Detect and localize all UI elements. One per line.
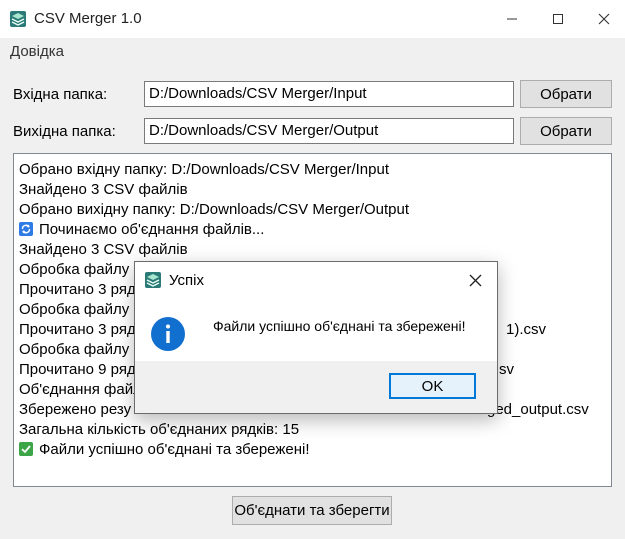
log-line: Обробка файлу 3 bbox=[19, 341, 142, 358]
log-line: Об'єднання файл bbox=[19, 381, 142, 398]
log-line: Обрано вхідну папку: D:/Downloads/CSV Me… bbox=[19, 161, 389, 178]
input-folder-field[interactable]: D:/Downloads/CSV Merger/Input bbox=[144, 81, 514, 107]
log-line: Загальна кількість об'єднаних рядків: 15 bbox=[19, 421, 300, 438]
close-icon bbox=[469, 274, 481, 286]
choose-input-folder-button[interactable]: Обрати bbox=[520, 80, 612, 108]
app-window: CSV Merger 1.0 Довідка Вхідна папка: D:/… bbox=[0, 0, 625, 539]
log-line-text: Файли успішно об'єднані та збережені! bbox=[39, 441, 310, 458]
dialog-message: Файли успішно об'єднані та збережені! bbox=[213, 318, 466, 334]
log-line: Прочитано 9 ряд bbox=[19, 361, 136, 378]
dialog-title: Успіх bbox=[169, 272, 204, 289]
menu-bar: Довідка bbox=[0, 38, 625, 66]
log-line: Збережено резу bbox=[19, 401, 132, 418]
ok-button[interactable]: OK bbox=[389, 373, 476, 399]
log-line: Обрано вихідну папку: D:/Downloads/CSV M… bbox=[19, 201, 410, 218]
check-emoji-icon bbox=[19, 442, 33, 456]
maximize-icon bbox=[553, 14, 563, 24]
output-folder-field[interactable]: D:/Downloads/CSV Merger/Output bbox=[144, 118, 514, 144]
dialog-title-bar: Успіх bbox=[135, 262, 497, 298]
log-line-fragment: ged_output.csv bbox=[487, 401, 589, 418]
dialog-body: Файли успішно об'єднані та збережені! bbox=[135, 298, 497, 361]
info-icon bbox=[151, 317, 185, 351]
log-line-fragment: 1).csv bbox=[506, 321, 547, 338]
log-line: Обробка файлу bbox=[19, 261, 130, 278]
minimize-button[interactable] bbox=[489, 0, 535, 38]
log-line: Починаємо об'єднання файлів... bbox=[19, 221, 264, 238]
input-folder-label: Вхідна папка: bbox=[13, 86, 108, 103]
app-logo-icon bbox=[145, 272, 161, 288]
log-line: Прочитано 3 ряд bbox=[19, 281, 136, 298]
window-title: CSV Merger 1.0 bbox=[34, 10, 142, 27]
dialog-footer: OK bbox=[135, 361, 497, 413]
close-window-button[interactable] bbox=[581, 0, 625, 38]
log-line: Обробка файлу 2 bbox=[19, 301, 142, 318]
log-line: Знайдено 3 CSV файлів bbox=[19, 181, 188, 198]
title-bar: CSV Merger 1.0 bbox=[0, 0, 625, 38]
log-line: Знайдено 3 CSV файлів bbox=[19, 241, 188, 258]
log-line: Прочитано 3 ряд bbox=[19, 321, 136, 338]
close-icon bbox=[598, 13, 610, 25]
log-line: Файли успішно об'єднані та збережені! bbox=[19, 441, 310, 458]
app-logo-icon bbox=[10, 11, 26, 27]
merge-and-save-button[interactable]: Об'єднати та зберегти bbox=[232, 496, 392, 525]
dialog-close-button[interactable] bbox=[453, 262, 497, 298]
success-dialog: Успіх Файли успішно об'єднані та збереже… bbox=[134, 261, 498, 414]
minimize-icon bbox=[507, 18, 517, 20]
log-line-text: Починаємо об'єднання файлів... bbox=[39, 221, 265, 238]
choose-output-folder-button[interactable]: Обрати bbox=[520, 117, 612, 145]
log-line-fragment: sv bbox=[499, 361, 514, 378]
maximize-button[interactable] bbox=[535, 0, 581, 38]
menu-item-help[interactable]: Довідка bbox=[10, 43, 64, 60]
output-folder-label: Вихідна папка: bbox=[13, 123, 116, 140]
sync-emoji-icon bbox=[19, 222, 33, 236]
